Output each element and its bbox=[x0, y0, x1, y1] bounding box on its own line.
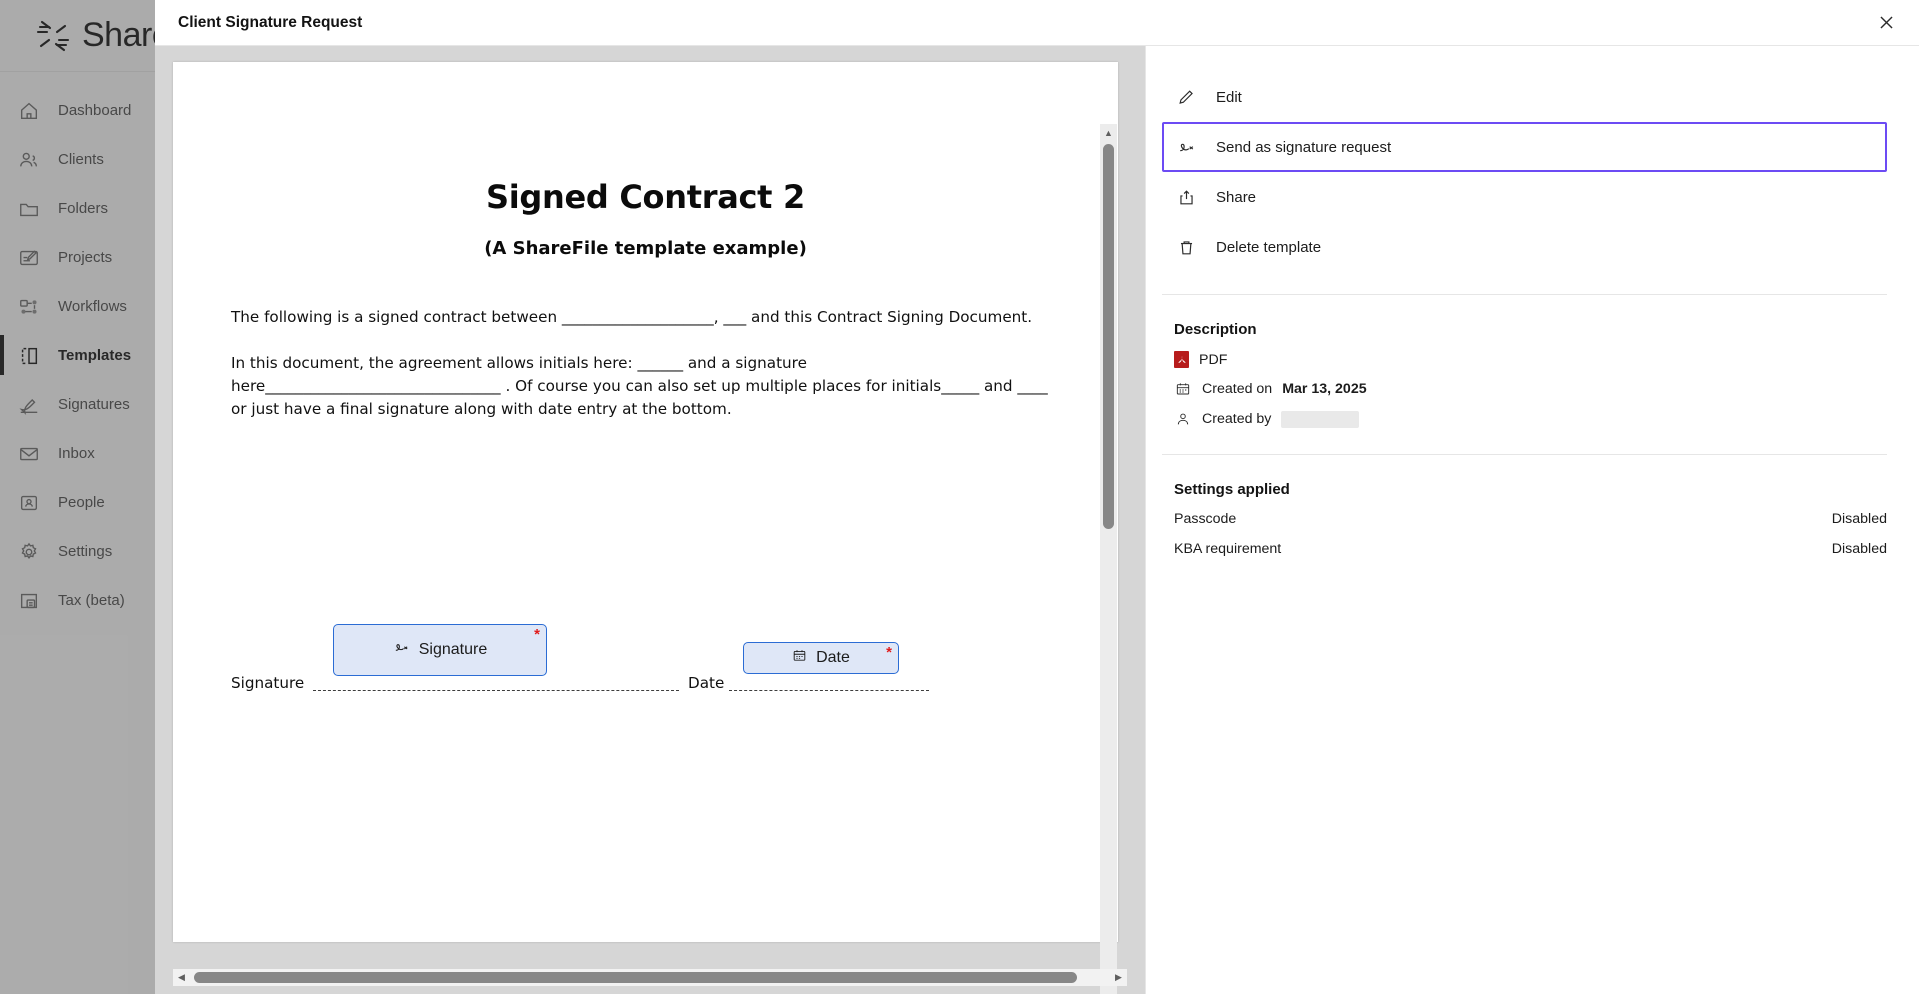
setting-value: Disabled bbox=[1831, 511, 1887, 527]
person-icon bbox=[1174, 410, 1192, 428]
signature-baseline bbox=[313, 690, 679, 691]
signature-field-label: Signature bbox=[418, 641, 488, 658]
description-section: Description PDF Created on Mar 13, 2025 … bbox=[1162, 295, 1887, 428]
signature-icon bbox=[1176, 137, 1196, 157]
share-action-label: Share bbox=[1216, 188, 1257, 206]
required-marker: * bbox=[886, 644, 892, 661]
document-page: Signed Contract 2 (A ShareFile template … bbox=[173, 62, 1118, 942]
settings-applied-section: Settings applied Passcode Disabled KBA r… bbox=[1162, 455, 1887, 557]
calendar-icon bbox=[1174, 380, 1192, 398]
created-on-value: Mar 13, 2025 bbox=[1282, 381, 1367, 397]
created-by-value-redacted bbox=[1281, 410, 1360, 428]
send-as-signature-request-label: Send as signature request bbox=[1216, 138, 1392, 156]
modal-header: Client Signature Request bbox=[155, 0, 1919, 46]
document-viewer: Signed Contract 2 (A ShareFile template … bbox=[155, 46, 1145, 994]
description-title: Description bbox=[1174, 321, 1257, 338]
setting-label: KBA requirement bbox=[1174, 541, 1282, 557]
action-menu: Edit Send as signature request Share Del… bbox=[1162, 72, 1887, 272]
setting-value: Disabled bbox=[1831, 541, 1887, 557]
delete-template-action[interactable]: Delete template bbox=[1162, 222, 1887, 272]
send-as-signature-request-action[interactable]: Send as signature request bbox=[1162, 122, 1887, 172]
pdf-icon bbox=[1174, 351, 1189, 368]
template-preview-modal: Client Signature Request Signed Contract… bbox=[155, 0, 1919, 994]
file-type-label: PDF bbox=[1199, 351, 1228, 368]
share-icon bbox=[1176, 187, 1196, 207]
document-paragraph-2: In this document, the agreement allows i… bbox=[231, 354, 1048, 419]
template-details-panel: Edit Send as signature request Share Del… bbox=[1145, 46, 1919, 994]
signature-line-label: Signature bbox=[231, 674, 305, 692]
delete-template-label: Delete template bbox=[1216, 238, 1322, 256]
created-by-row: Created by bbox=[1174, 410, 1887, 428]
horizontal-scroll-thumb[interactable] bbox=[194, 972, 1077, 983]
signature-icon bbox=[393, 639, 410, 661]
date-field-label: Date bbox=[816, 649, 850, 666]
settings-applied-title: Settings applied bbox=[1174, 481, 1290, 498]
vertical-scroll-thumb[interactable] bbox=[1103, 144, 1114, 529]
calendar-icon bbox=[792, 648, 807, 668]
created-by-label: Created by bbox=[1202, 411, 1272, 427]
file-type-row: PDF bbox=[1174, 351, 1887, 368]
document-subtitle: (A ShareFile template example) bbox=[484, 238, 807, 259]
share-action[interactable]: Share bbox=[1162, 172, 1887, 222]
edit-action-label: Edit bbox=[1216, 88, 1242, 106]
setting-label: Passcode bbox=[1174, 511, 1237, 527]
date-field-widget[interactable]: Date * bbox=[743, 642, 899, 674]
scroll-right-arrow-icon[interactable]: ▶ bbox=[1110, 969, 1127, 986]
viewer-horizontal-scrollbar[interactable]: ◀ ▶ bbox=[173, 969, 1127, 986]
setting-row-passcode: Passcode Disabled bbox=[1174, 511, 1887, 527]
created-on-label: Created on bbox=[1202, 381, 1273, 397]
date-line-label: Date bbox=[688, 674, 725, 692]
close-icon[interactable] bbox=[1869, 6, 1903, 40]
modal-body: Signed Contract 2 (A ShareFile template … bbox=[155, 46, 1919, 994]
edit-action[interactable]: Edit bbox=[1162, 72, 1887, 122]
modal-title: Client Signature Request bbox=[178, 13, 363, 31]
trash-icon bbox=[1176, 237, 1196, 257]
date-baseline bbox=[729, 690, 929, 691]
created-on-row: Created on Mar 13, 2025 bbox=[1174, 380, 1887, 398]
required-marker: * bbox=[534, 626, 540, 643]
signature-field-widget[interactable]: Signature * bbox=[333, 624, 547, 676]
scroll-up-arrow-icon[interactable]: ▲ bbox=[1100, 124, 1117, 141]
setting-row-kba: KBA requirement Disabled bbox=[1174, 541, 1887, 557]
document-title: Signed Contract 2 bbox=[486, 178, 805, 216]
viewer-vertical-scrollbar[interactable]: ▲ ▼ bbox=[1100, 124, 1117, 994]
document-paragraph-1: The following is a signed contract betwe… bbox=[231, 308, 1033, 326]
pencil-icon bbox=[1176, 87, 1196, 107]
signature-row: Signature Signature * Date Date * bbox=[173, 602, 1118, 722]
scroll-left-arrow-icon[interactable]: ◀ bbox=[173, 969, 190, 986]
